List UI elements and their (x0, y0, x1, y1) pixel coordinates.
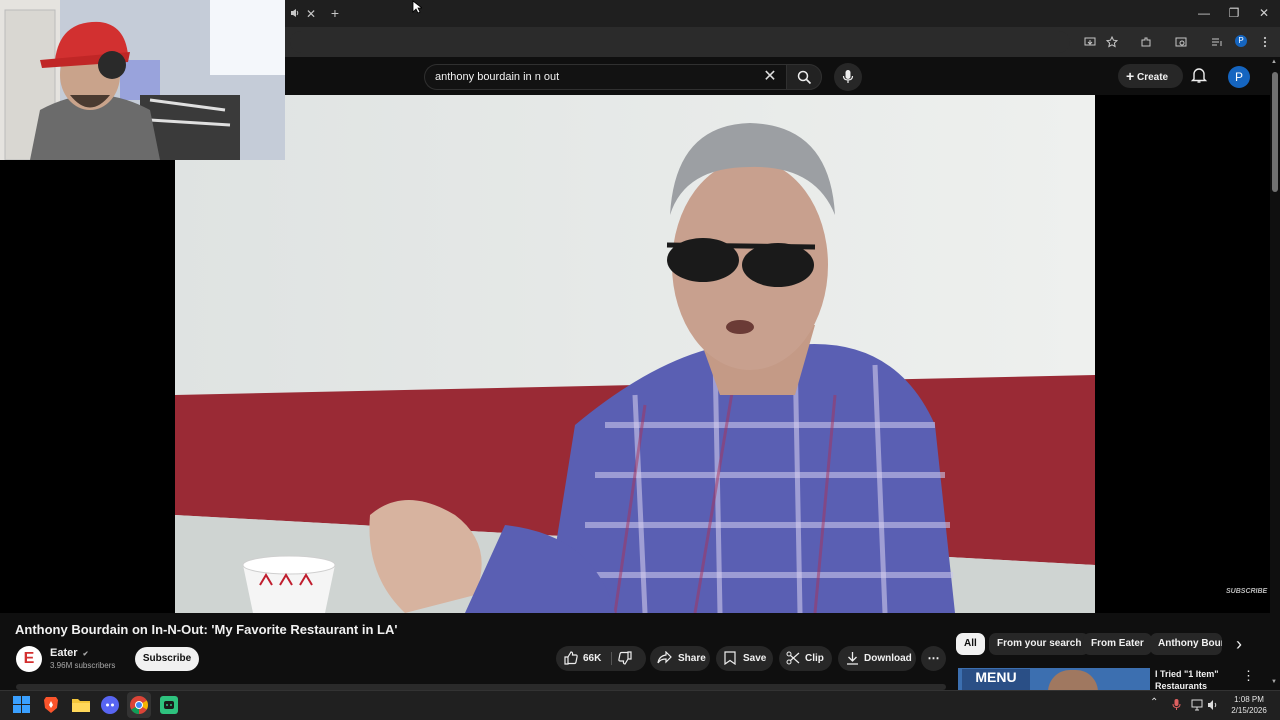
like-count: 66K (583, 653, 602, 664)
clock-date: 2/15/2026 (1231, 706, 1267, 715)
window-close-button[interactable]: ✕ (1257, 6, 1271, 20)
webcam-image (0, 0, 285, 160)
brave-browser-icon[interactable] (43, 696, 59, 719)
scroll-down-arrow-icon[interactable]: ▼ (1271, 679, 1277, 685)
tray-microphone-icon[interactable] (1172, 698, 1181, 716)
channel-name[interactable]: Eater ✔ (50, 647, 88, 659)
video-frame[interactable] (175, 95, 1095, 613)
tab-close-icon[interactable]: ✕ (305, 8, 317, 20)
chip-all[interactable]: All (956, 633, 985, 655)
more-actions-button[interactable]: ⋯ (921, 646, 946, 671)
bookmark-icon (724, 651, 736, 665)
clip-button[interactable]: Clip (779, 646, 832, 671)
webcam-overlay (0, 0, 285, 160)
clip-label: Clip (805, 653, 824, 664)
new-tab-button[interactable]: + (328, 6, 342, 20)
address-bar[interactable] (290, 31, 1070, 53)
video-scene-image (175, 95, 1095, 613)
recommendation-menu-button[interactable]: ⋮ (1242, 668, 1255, 684)
extensions-icon[interactable] (1140, 35, 1152, 53)
taskbar-clock[interactable]: 1:08 PM 2/15/2026 (1224, 694, 1274, 716)
channel-name-label[interactable]: Eater (50, 647, 78, 659)
scroll-up-arrow-icon[interactable]: ▲ (1271, 59, 1277, 65)
recommendation-title-line1: I Tried "1 Item" (1155, 669, 1219, 679)
plus-icon: + (1126, 68, 1135, 84)
save-button[interactable]: Save (716, 646, 773, 671)
tray-network-icon[interactable] (1191, 698, 1203, 716)
browser-menu-icon[interactable] (1260, 35, 1270, 53)
file-explorer-icon[interactable] (72, 697, 90, 717)
channel-avatar[interactable]: E (16, 646, 42, 672)
clear-search-button[interactable]: ✕ (760, 67, 780, 87)
split-view-icon[interactable] (1175, 35, 1187, 53)
search-input[interactable]: anthony bourdain in n out (424, 64, 786, 90)
share-button[interactable]: Share (650, 646, 710, 671)
chip-anthony-bourdain[interactable]: Anthony Bourd (1150, 633, 1222, 655)
recommendation-title[interactable]: I Tried "1 Item" Restaurants (1155, 668, 1235, 690)
download-icon (847, 652, 858, 665)
search-button[interactable] (786, 64, 822, 90)
voice-search-button[interactable] (834, 63, 862, 91)
create-button[interactable]: + Create (1118, 64, 1183, 88)
download-label: Download (864, 653, 912, 664)
like-dislike-group: 66K (556, 646, 646, 671)
thumbs-up-icon (564, 651, 578, 665)
save-label: Save (743, 653, 767, 664)
share-icon (657, 651, 672, 664)
scrollbar-thumb[interactable] (1272, 72, 1278, 192)
thumbnail-person (1048, 670, 1098, 690)
tab-audio-icon[interactable] (289, 8, 301, 20)
window-minimize-button[interactable]: — (1197, 6, 1211, 20)
scissors-icon (786, 651, 800, 665)
thumbnail-menu-text: MENU (962, 669, 1030, 690)
game-app-icon[interactable] (160, 696, 178, 719)
recommendation-thumbnail[interactable]: MENU (958, 668, 1150, 690)
install-app-icon[interactable] (1084, 35, 1096, 53)
chrome-icon[interactable] (130, 696, 148, 719)
dislike-button[interactable] (614, 646, 646, 671)
subscribe-button[interactable]: Subscribe (135, 647, 199, 671)
windows-start-icon[interactable] (13, 696, 30, 718)
microphone-icon (842, 70, 854, 83)
discord-icon[interactable] (101, 696, 119, 719)
notifications-bell-icon[interactable] (1190, 66, 1210, 86)
create-label: Create (1136, 72, 1169, 83)
tray-overflow-chevron-icon[interactable]: ⌃ (1150, 697, 1158, 708)
bookmark-star-icon[interactable] (1105, 35, 1119, 53)
like-divider (611, 652, 612, 665)
browser-profile-avatar[interactable]: P (1235, 35, 1247, 47)
tray-volume-icon[interactable] (1207, 698, 1219, 716)
share-label: Share (678, 653, 706, 664)
account-avatar[interactable]: P (1228, 66, 1250, 88)
mouse-cursor-icon (412, 0, 422, 14)
chips-next-button[interactable]: › (1228, 632, 1250, 656)
video-title: Anthony Bourdain on In-N-Out: 'My Favori… (15, 622, 398, 637)
window-maximize-button[interactable]: ❐ (1227, 6, 1241, 20)
windows-taskbar (0, 690, 1280, 720)
media-control-icon[interactable] (1211, 35, 1223, 53)
chip-from-your-search[interactable]: From your search (989, 633, 1090, 655)
verified-badge-icon: ✔ (82, 651, 89, 658)
download-button[interactable]: Download (838, 646, 916, 671)
search-icon (797, 70, 812, 85)
subscriber-count: 3.96M subscribers (50, 661, 116, 670)
recommendation-title-line2: Restaurants (1155, 681, 1208, 690)
thumbs-down-icon (618, 651, 632, 665)
chip-from-eater[interactable]: From Eater (1083, 633, 1152, 655)
subscribe-watermark[interactable]: SUBSCRIBE (1226, 588, 1267, 595)
clock-time: 1:08 PM (1234, 695, 1264, 704)
like-button[interactable]: 66K (556, 646, 608, 671)
